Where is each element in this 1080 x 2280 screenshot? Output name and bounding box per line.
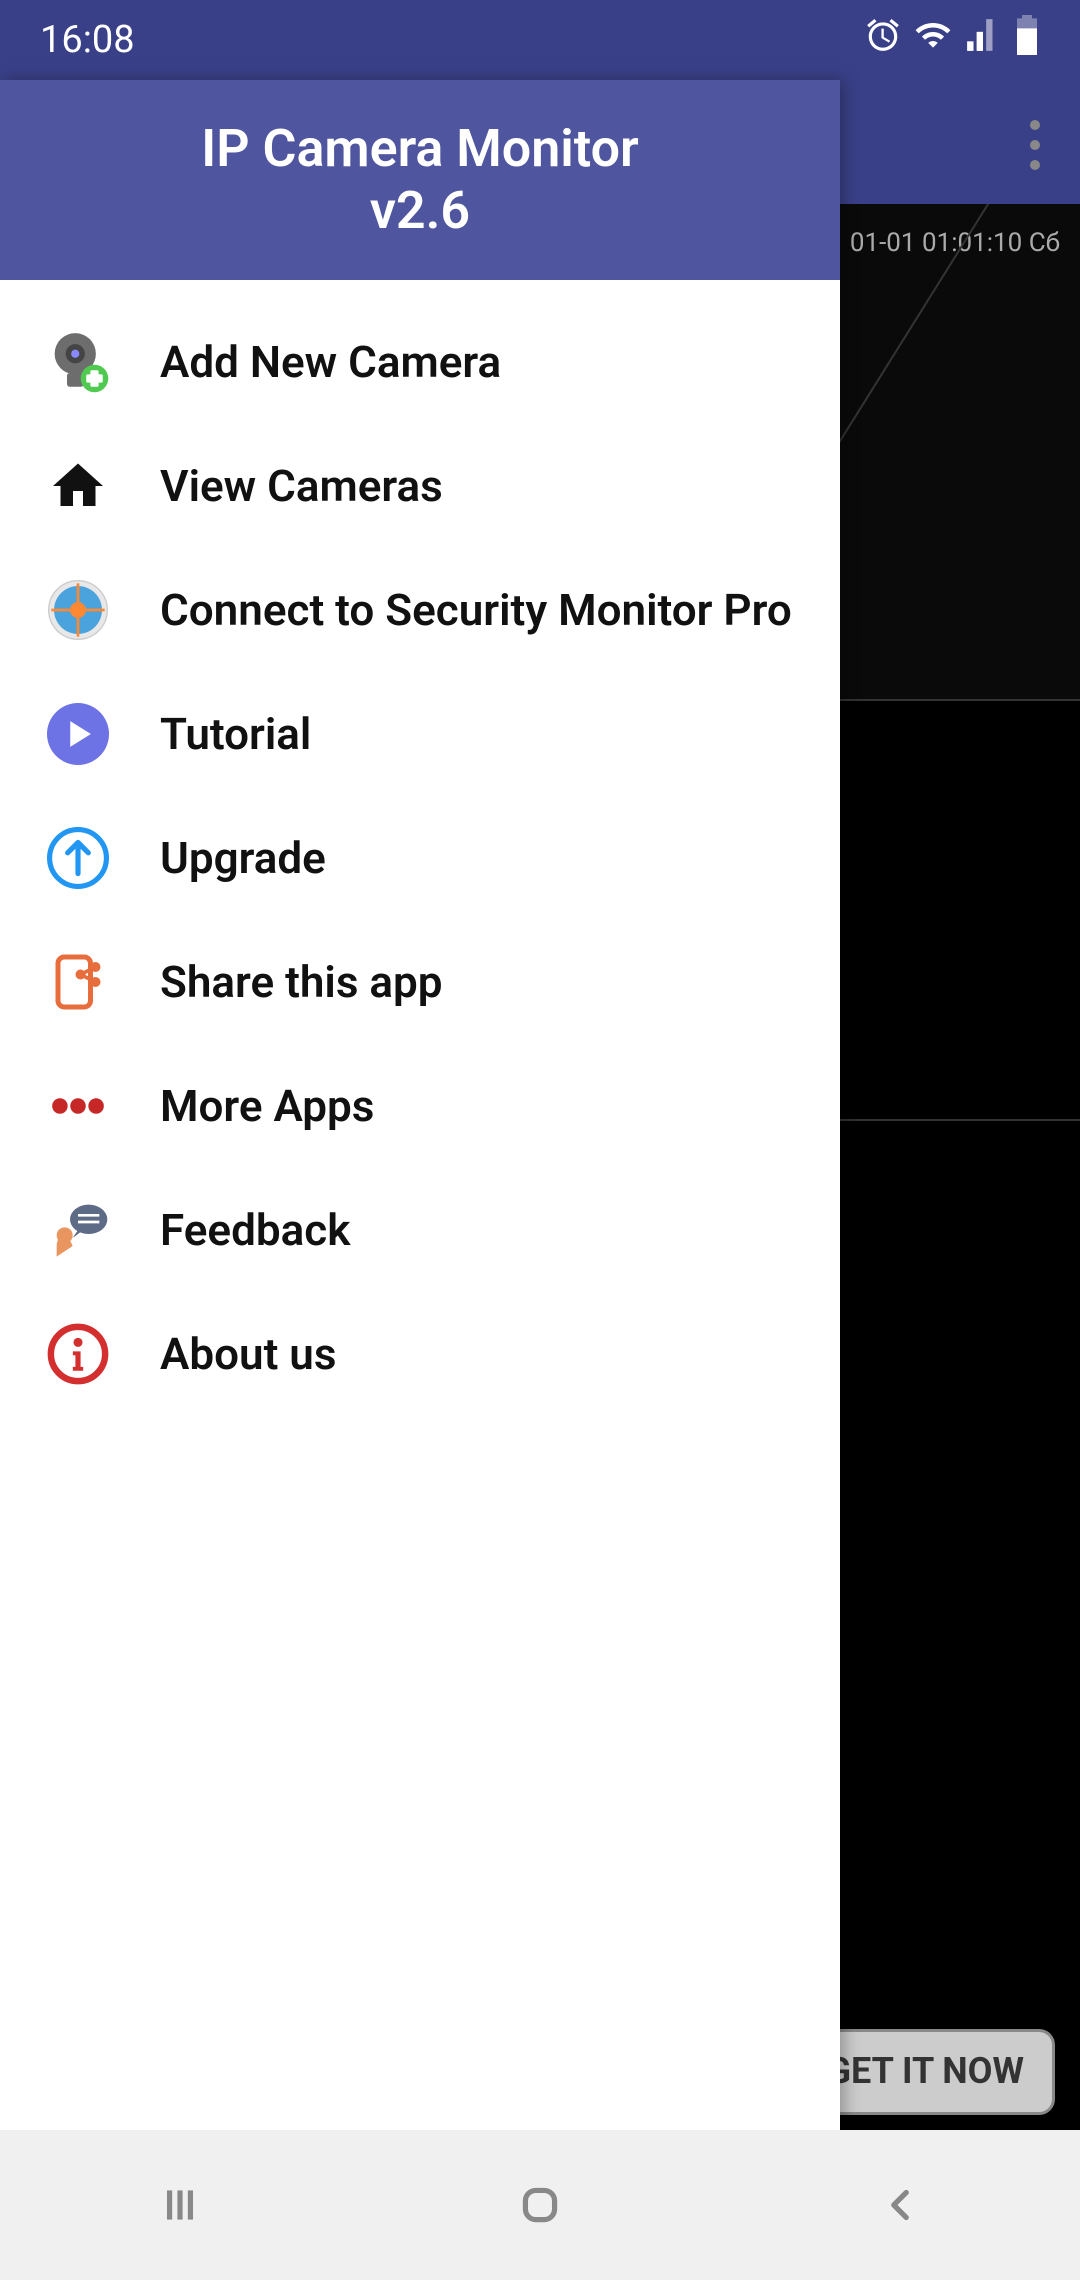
status-bar: 16:08 bbox=[0, 0, 1080, 80]
drawer-menu: Add New Camera View Cameras Connect to S… bbox=[0, 280, 840, 2130]
menu-item-more-apps[interactable]: More Apps bbox=[0, 1044, 840, 1168]
drawer-header: IP Camera Monitor v2.6 bbox=[0, 80, 840, 280]
navigation-drawer: IP Camera Monitor v2.6 Add New Camera bbox=[0, 80, 840, 2130]
upgrade-icon bbox=[42, 822, 114, 894]
status-time: 16:08 bbox=[40, 18, 135, 62]
menu-item-about[interactable]: About us bbox=[0, 1292, 840, 1416]
camera-timestamp: 01-01 01:01:10 Сб bbox=[850, 228, 1060, 258]
play-icon bbox=[42, 698, 114, 770]
overflow-menu-button[interactable] bbox=[1030, 120, 1040, 170]
menu-label: Add New Camera bbox=[160, 336, 501, 389]
menu-label: Share this app bbox=[160, 956, 443, 1009]
menu-item-share[interactable]: Share this app bbox=[0, 920, 840, 1044]
target-icon bbox=[42, 574, 114, 646]
menu-label: Tutorial bbox=[160, 708, 311, 761]
status-icons bbox=[864, 15, 1040, 65]
menu-item-add-camera[interactable]: Add New Camera bbox=[0, 300, 840, 424]
home-icon bbox=[42, 450, 114, 522]
menu-label: Feedback bbox=[160, 1204, 350, 1257]
home-button[interactable] bbox=[500, 2165, 580, 2245]
signal-icon bbox=[964, 16, 1002, 64]
camera-add-icon bbox=[42, 326, 114, 398]
back-button[interactable] bbox=[860, 2165, 940, 2245]
battery-icon bbox=[1014, 15, 1040, 65]
more-dots-icon bbox=[42, 1070, 114, 1142]
menu-label: More Apps bbox=[160, 1080, 374, 1133]
recents-button[interactable] bbox=[140, 2165, 220, 2245]
alarm-icon bbox=[864, 16, 902, 64]
menu-item-tutorial[interactable]: Tutorial bbox=[0, 672, 840, 796]
wifi-icon bbox=[914, 16, 952, 64]
menu-label: View Cameras bbox=[160, 460, 443, 513]
menu-label: About us bbox=[160, 1328, 336, 1381]
share-icon bbox=[42, 946, 114, 1018]
drawer-title: IP Camera Monitor v2.6 bbox=[201, 118, 638, 243]
menu-item-upgrade[interactable]: Upgrade bbox=[0, 796, 840, 920]
feedback-icon bbox=[42, 1194, 114, 1266]
menu-label: Connect to Security Monitor Pro bbox=[160, 584, 792, 637]
menu-label: Upgrade bbox=[160, 832, 326, 885]
navigation-bar bbox=[0, 2130, 1080, 2280]
info-icon bbox=[42, 1318, 114, 1390]
menu-item-view-cameras[interactable]: View Cameras bbox=[0, 424, 840, 548]
menu-item-connect-security[interactable]: Connect to Security Monitor Pro bbox=[0, 548, 840, 672]
menu-item-feedback[interactable]: Feedback bbox=[0, 1168, 840, 1292]
